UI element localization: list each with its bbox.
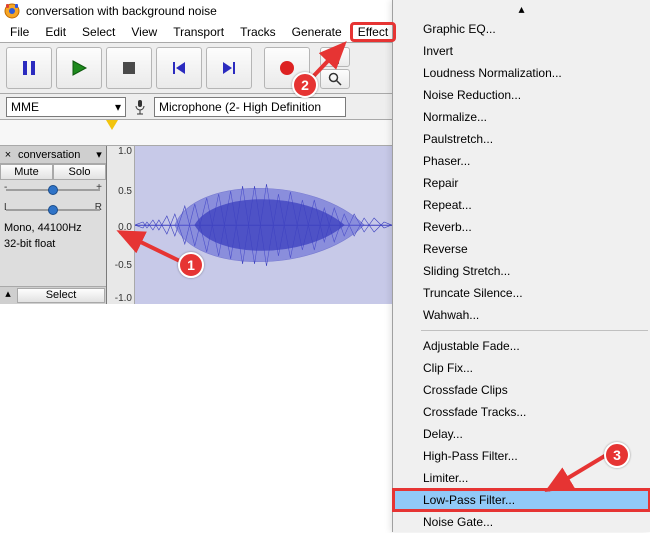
track-menu-button[interactable]: ▾ — [92, 148, 106, 161]
recording-device-value: Microphone (2- High Definition — [159, 100, 321, 114]
play-button[interactable] — [56, 47, 102, 89]
playhead-marker-icon — [106, 120, 118, 130]
effect-item-crossfade-tracks[interactable]: Crossfade Tracks... — [393, 401, 650, 423]
annotation-badge-2: 2 — [292, 72, 318, 98]
timeline-ruler[interactable] — [0, 120, 394, 146]
annotation-badge-3: 3 — [604, 442, 630, 468]
effect-item-noise-gate[interactable]: Noise Gate... — [393, 511, 650, 533]
menu-transport[interactable]: Transport — [165, 23, 232, 41]
audio-host-value: MME — [11, 100, 39, 114]
mute-button[interactable]: Mute — [0, 164, 53, 180]
menu-view[interactable]: View — [123, 23, 165, 41]
track-close-button[interactable]: × — [0, 149, 16, 161]
effect-item-crossfade-clips[interactable]: Crossfade Clips — [393, 379, 650, 401]
tool-zoom[interactable] — [320, 69, 350, 89]
track-collapse-button[interactable]: ▴ — [0, 287, 16, 304]
menu-select[interactable]: Select — [74, 23, 123, 41]
track-name[interactable]: conversation — [16, 149, 92, 161]
effect-item-graphic-eq[interactable]: Graphic EQ... — [393, 18, 650, 40]
microphone-icon — [132, 99, 148, 115]
effect-item-sliding-stretch[interactable]: Sliding Stretch... — [393, 260, 650, 282]
menu-tracks[interactable]: Tracks — [232, 23, 284, 41]
effect-item-loudness-normalization[interactable]: Loudness Normalization... — [393, 62, 650, 84]
amplitude-scale: 1.0 0.5 0.0 -0.5 -1.0 — [107, 146, 135, 304]
title-bar: conversation with background noise — [0, 0, 394, 22]
effect-item-wahwah[interactable]: Wahwah... — [393, 304, 650, 326]
effect-item-paulstretch[interactable]: Paulstretch... — [393, 128, 650, 150]
effect-item-reverse[interactable]: Reverse — [393, 238, 650, 260]
menu-file[interactable]: File — [2, 23, 37, 41]
effect-item-clip-fix[interactable]: Clip Fix... — [393, 357, 650, 379]
stop-button[interactable] — [106, 47, 152, 89]
tool-ibeam[interactable] — [320, 47, 350, 67]
effect-item-delay[interactable]: Delay... — [393, 423, 650, 445]
menu-edit[interactable]: Edit — [37, 23, 74, 41]
track-select-button[interactable]: Select — [17, 288, 105, 303]
menu-generate[interactable]: Generate — [284, 23, 350, 41]
skip-start-button[interactable] — [156, 47, 202, 89]
effect-item-adjustable-fade[interactable]: Adjustable Fade... — [393, 335, 650, 357]
track-format-line1: Mono, 44100Hz — [0, 220, 106, 236]
audio-host-combo[interactable]: MME ▾ — [6, 97, 126, 117]
skip-end-button[interactable] — [206, 47, 252, 89]
annotation-badge-1: 1 — [178, 252, 204, 278]
track-format-line2: 32-bit float — [0, 236, 106, 252]
recording-device-combo[interactable]: Microphone (2- High Definition — [154, 97, 346, 117]
app-logo-icon — [4, 3, 20, 19]
pause-button[interactable] — [6, 47, 52, 89]
effect-item-normalize[interactable]: Normalize... — [393, 106, 650, 128]
pan-slider[interactable]: L R — [6, 202, 100, 218]
effect-item-truncate-silence[interactable]: Truncate Silence... — [393, 282, 650, 304]
menu-bar: File Edit Select View Transport Tracks G… — [0, 22, 394, 42]
track-control-panel: × conversation ▾ Mute Solo - + L R Mono,… — [0, 146, 107, 304]
track-area: × conversation ▾ Mute Solo - + L R Mono,… — [0, 146, 394, 304]
window-title: conversation with background noise — [26, 4, 217, 18]
waveform-display[interactable] — [135, 146, 394, 304]
menu-separator — [421, 330, 648, 331]
chevron-down-icon: ▾ — [115, 100, 121, 114]
effect-item-repeat[interactable]: Repeat... — [393, 194, 650, 216]
effect-item-reverb[interactable]: Reverb... — [393, 216, 650, 238]
menu-effect[interactable]: Effect — [350, 22, 396, 42]
empty-track-area[interactable] — [0, 304, 394, 532]
effect-item-noise-reduction[interactable]: Noise Reduction... — [393, 84, 650, 106]
effect-item-invert[interactable]: Invert — [393, 40, 650, 62]
menu-scroll-up-icon[interactable]: ▴ — [393, 4, 650, 18]
effect-item-repair[interactable]: Repair — [393, 172, 650, 194]
gain-slider[interactable]: - + — [6, 182, 100, 198]
solo-button[interactable]: Solo — [53, 164, 106, 180]
transport-toolbar — [0, 42, 394, 94]
effect-item-limiter[interactable]: Limiter... — [393, 467, 650, 489]
waveform-icon — [135, 146, 394, 304]
effect-item-phaser[interactable]: Phaser... — [393, 150, 650, 172]
device-toolbar: MME ▾ Microphone (2- High Definition — [0, 94, 394, 120]
effect-item-low-pass-filter[interactable]: Low-Pass Filter... — [393, 489, 650, 511]
